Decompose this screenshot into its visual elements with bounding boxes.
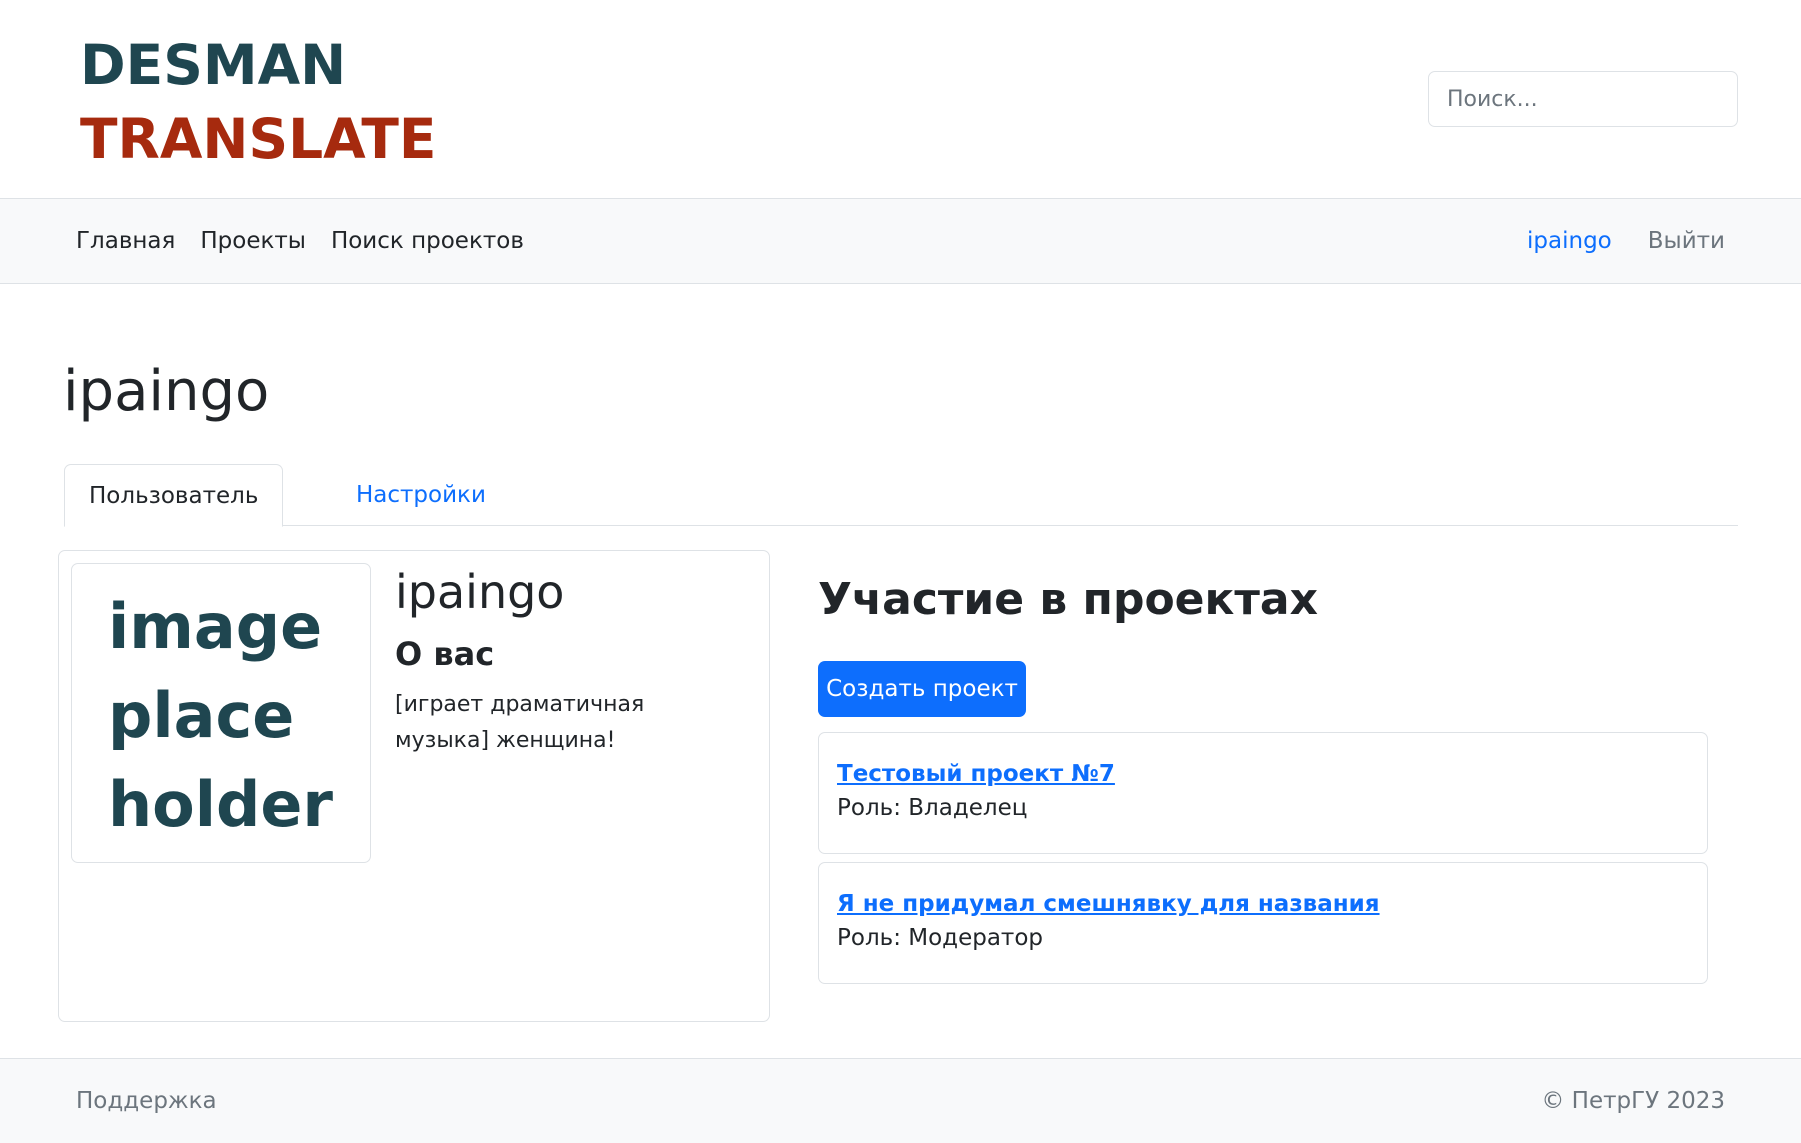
about-text: [играет драматичная музыка] женщина! [395, 692, 645, 753]
project-title-link[interactable]: Тестовый проект №7 [837, 761, 1689, 787]
support-link[interactable]: Поддержка [76, 1059, 217, 1143]
site-footer: Поддержка © ПетрГУ 2023 [0, 1058, 1801, 1143]
nav-item-home[interactable]: Главная [76, 228, 175, 254]
avatar-image: image place holder [71, 563, 371, 863]
project-title-link[interactable]: Я не придумал смешнявку для названия [837, 891, 1689, 917]
avatar-placeholder-line-2: place [108, 679, 295, 752]
profile-tabs: Пользователь Настройки [64, 464, 1738, 527]
logout-link[interactable]: Выйти [1648, 228, 1725, 254]
search-input[interactable] [1428, 71, 1738, 127]
profile-card: image place holder ipaingo О вас [играет… [58, 550, 770, 1022]
avatar-placeholder-line-3: holder [108, 768, 333, 841]
project-role: Роль: Модератор [837, 925, 1043, 951]
projects-heading: Участие в проектах [818, 574, 1318, 625]
page-title: ipaingo [63, 359, 270, 424]
logo-line-translate: TRANSLATE [80, 107, 437, 171]
about-heading: О вас [395, 635, 495, 673]
nav-item-project-search[interactable]: Поиск проектов [331, 228, 524, 254]
project-card: Я не придумал смешнявку для названия Рол… [818, 862, 1708, 984]
nav-user-link[interactable]: ipaingo [1527, 228, 1612, 254]
project-role: Роль: Владелец [837, 795, 1028, 821]
nav-item-projects[interactable]: Проекты [200, 228, 306, 254]
nav-links: Главная Проекты Поиск проектов [76, 199, 549, 283]
tab-settings[interactable]: Настройки [332, 464, 510, 526]
nav-account: ipaingo Выйти [1527, 199, 1725, 283]
tab-user[interactable]: Пользователь [64, 464, 284, 527]
site-header: DESMAN TRANSLATE [0, 0, 1801, 198]
site-logo[interactable]: DESMAN TRANSLATE [80, 28, 437, 176]
main-navbar: Главная Проекты Поиск проектов ipaingo В… [0, 198, 1801, 284]
create-project-button[interactable]: Создать проект [818, 661, 1026, 717]
copyright-text: © ПетрГУ 2023 [1541, 1088, 1725, 1114]
profile-username: ipaingo [395, 565, 565, 619]
logo-line-desman: DESMAN [80, 33, 347, 97]
avatar-placeholder-line-1: image [108, 590, 323, 663]
project-card: Тестовый проект №7 Роль: Владелец [818, 732, 1708, 854]
